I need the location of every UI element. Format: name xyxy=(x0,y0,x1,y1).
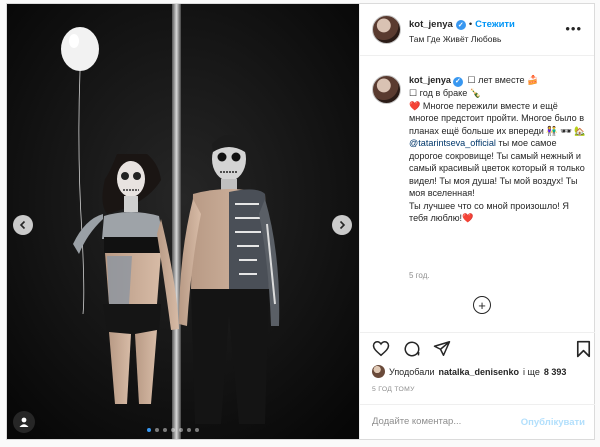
post-header: kot_jenya ✓ • Стежити Там Где Живёт Любо… xyxy=(360,4,594,56)
carousel-dot xyxy=(187,428,191,432)
caption-line-2: ☐ год в браке 🍾 xyxy=(409,88,482,99)
likes-middle: і ще xyxy=(523,366,540,377)
likes-prefix: Уподобали xyxy=(389,366,435,377)
caption-avatar[interactable] xyxy=(372,75,401,104)
post-actions xyxy=(360,332,595,362)
plus-icon: + xyxy=(478,297,486,313)
mention-link[interactable]: @tatarintseva_official xyxy=(409,138,496,148)
tagged-users-button[interactable] xyxy=(13,411,35,433)
chevron-left-icon xyxy=(19,220,26,230)
liker-username[interactable]: natalka_denisenko xyxy=(438,367,519,377)
comment-input[interactable] xyxy=(372,416,522,427)
chevron-right-icon xyxy=(339,220,346,230)
caption-line-1: ☐ лет вместе 🍰 xyxy=(464,75,539,85)
header-username[interactable]: kot_jenya xyxy=(409,19,453,30)
caption-text: kot_jenya ✓ ☐ лет вместе 🍰 ☐ год в браке … xyxy=(409,74,587,225)
carousel-indicator xyxy=(147,428,199,432)
like-heart-icon[interactable] xyxy=(372,340,390,357)
carousel-dot xyxy=(155,428,159,432)
verified-badge-icon: ✓ xyxy=(455,19,466,30)
carousel-dot xyxy=(147,428,151,432)
publish-button[interactable]: Опублікувати xyxy=(521,417,585,428)
share-send-icon[interactable] xyxy=(433,340,451,357)
post-caption: kot_jenya ✓ ☐ лет вместе 🍰 ☐ год в браке … xyxy=(360,56,595,332)
heart-emoji: ❤️ xyxy=(462,213,474,224)
header-separator: • xyxy=(468,19,473,30)
carousel-dot xyxy=(163,428,167,432)
caption-verified-badge-icon: ✓ xyxy=(452,77,463,88)
person-icon xyxy=(19,417,29,427)
carousel-next-button[interactable] xyxy=(332,215,352,235)
likes-summary: Уподобали natalka_denisenko і ще 8 393 xyxy=(372,365,566,378)
comment-bar: Опублікувати xyxy=(360,404,595,439)
caption-closing: Ты лучшее что со мной произошло! Я тебя … xyxy=(409,200,569,224)
liker-avatar[interactable] xyxy=(372,365,385,378)
post-sidebar: kot_jenya ✓ • Стежити Там Где Живёт Любо… xyxy=(359,4,595,439)
likes-count[interactable]: 8 393 xyxy=(544,367,567,377)
location-link[interactable]: Там Где Живёт Любовь xyxy=(409,34,501,44)
comment-icon[interactable] xyxy=(403,340,421,358)
avatar[interactable] xyxy=(372,15,401,44)
more-options-icon[interactable]: ••• xyxy=(565,21,582,36)
bookmark-icon[interactable] xyxy=(576,340,591,358)
instagram-post: kot_jenya ✓ • Стежити Там Где Живёт Любо… xyxy=(6,3,595,440)
carousel-dot xyxy=(171,428,175,432)
caption-username[interactable]: kot_jenya xyxy=(409,75,451,85)
post-photo xyxy=(7,4,359,439)
post-media[interactable] xyxy=(7,4,359,439)
caption-line-3: ❤️ Многое пережили вместе и ещё многое п… xyxy=(409,100,586,136)
load-more-comments-button[interactable]: + xyxy=(473,296,491,314)
caption-age: 5 год. xyxy=(409,271,430,280)
header-user-line: kot_jenya ✓ • Стежити xyxy=(409,19,515,30)
follow-button[interactable]: Стежити xyxy=(475,19,515,30)
carousel-dot xyxy=(179,428,183,432)
carousel-dot xyxy=(195,428,199,432)
post-timestamp[interactable]: 5 ГОД ТОМУ xyxy=(372,386,415,393)
carousel-prev-button[interactable] xyxy=(13,215,33,235)
pole xyxy=(172,4,181,439)
